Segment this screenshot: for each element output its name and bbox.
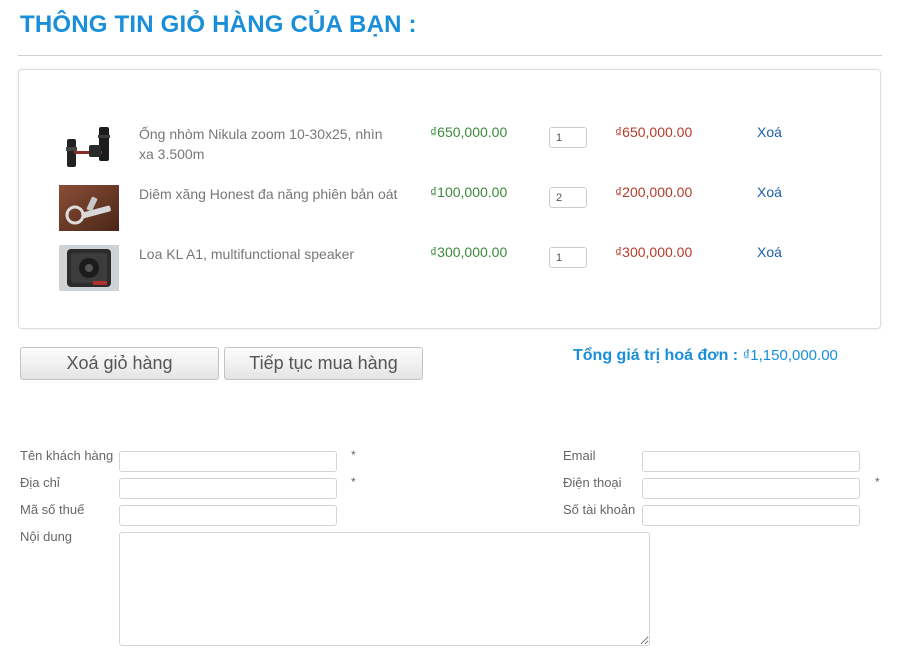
remove-item-link[interactable]: Xoá	[757, 244, 782, 260]
quantity-input[interactable]	[549, 127, 587, 148]
customer-name-label: Tên khách hàng	[20, 448, 114, 463]
account-number-field[interactable]	[642, 505, 860, 526]
required-marker: *	[875, 475, 880, 489]
order-total-label: Tổng giá trị hoá đơn :	[573, 347, 739, 364]
unit-price: ₫650,000.00	[430, 124, 508, 140]
remove-item-link[interactable]: Xoá	[757, 124, 782, 140]
product-name[interactable]: Ống nhòm Nikula zoom 10-30x25, nhìn xa 3…	[139, 124, 399, 164]
account-number-label: Số tài khoản	[563, 502, 636, 517]
unit-price: ₫100,000.00	[430, 184, 508, 200]
customer-name-field[interactable]	[119, 451, 337, 472]
address-field[interactable]	[119, 478, 337, 499]
order-total: Tổng giá trị hoá đơn : ₫1,150,000.00	[573, 347, 838, 365]
order-total-value: ₫1,150,000.00	[742, 347, 838, 364]
line-total: ₫200,000.00	[615, 184, 693, 200]
speaker-icon[interactable]	[59, 245, 119, 291]
tax-code-field[interactable]	[119, 505, 337, 526]
page-title: THÔNG TIN GIỎ HÀNG CỦA BẠN :	[20, 11, 417, 38]
quantity-input[interactable]	[549, 187, 587, 208]
email-field[interactable]	[642, 451, 860, 472]
content-textarea[interactable]	[119, 532, 650, 646]
cart-row: Ống nhòm Nikula zoom 10-30x25, nhìn xa 3…	[19, 124, 880, 185]
cart-table: Ống nhòm Nikula zoom 10-30x25, nhìn xa 3…	[18, 69, 881, 329]
email-label: Email	[563, 448, 596, 463]
tax-code-label: Mã số thuế	[20, 502, 85, 517]
address-label: Địa chỉ	[20, 475, 60, 490]
clear-cart-button[interactable]: Xoá giỏ hàng	[20, 347, 219, 380]
remove-item-link[interactable]: Xoá	[757, 184, 782, 200]
quantity-input[interactable]	[549, 247, 587, 268]
binocular-icon[interactable]	[59, 125, 119, 171]
cart-row: Loa KL A1, multifunctional speaker ₫300,…	[19, 244, 880, 305]
line-total: ₫300,000.00	[615, 244, 693, 260]
title-divider	[18, 55, 882, 56]
phone-label: Điện thoại	[563, 475, 622, 490]
product-name[interactable]: Diêm xăng Honest đa năng phiên bản oát	[139, 184, 399, 204]
required-marker: *	[351, 475, 356, 489]
content-label: Nội dung	[20, 529, 73, 544]
line-total: ₫650,000.00	[615, 124, 693, 140]
cart-row: Diêm xăng Honest đa năng phiên bản oát ₫…	[19, 184, 880, 245]
required-marker: *	[351, 448, 356, 462]
lighter-icon[interactable]	[59, 185, 119, 231]
phone-field[interactable]	[642, 478, 860, 499]
continue-shopping-button[interactable]: Tiếp tục mua hàng	[224, 347, 423, 380]
unit-price: ₫300,000.00	[430, 244, 508, 260]
product-name[interactable]: Loa KL A1, multifunctional speaker	[139, 244, 399, 264]
